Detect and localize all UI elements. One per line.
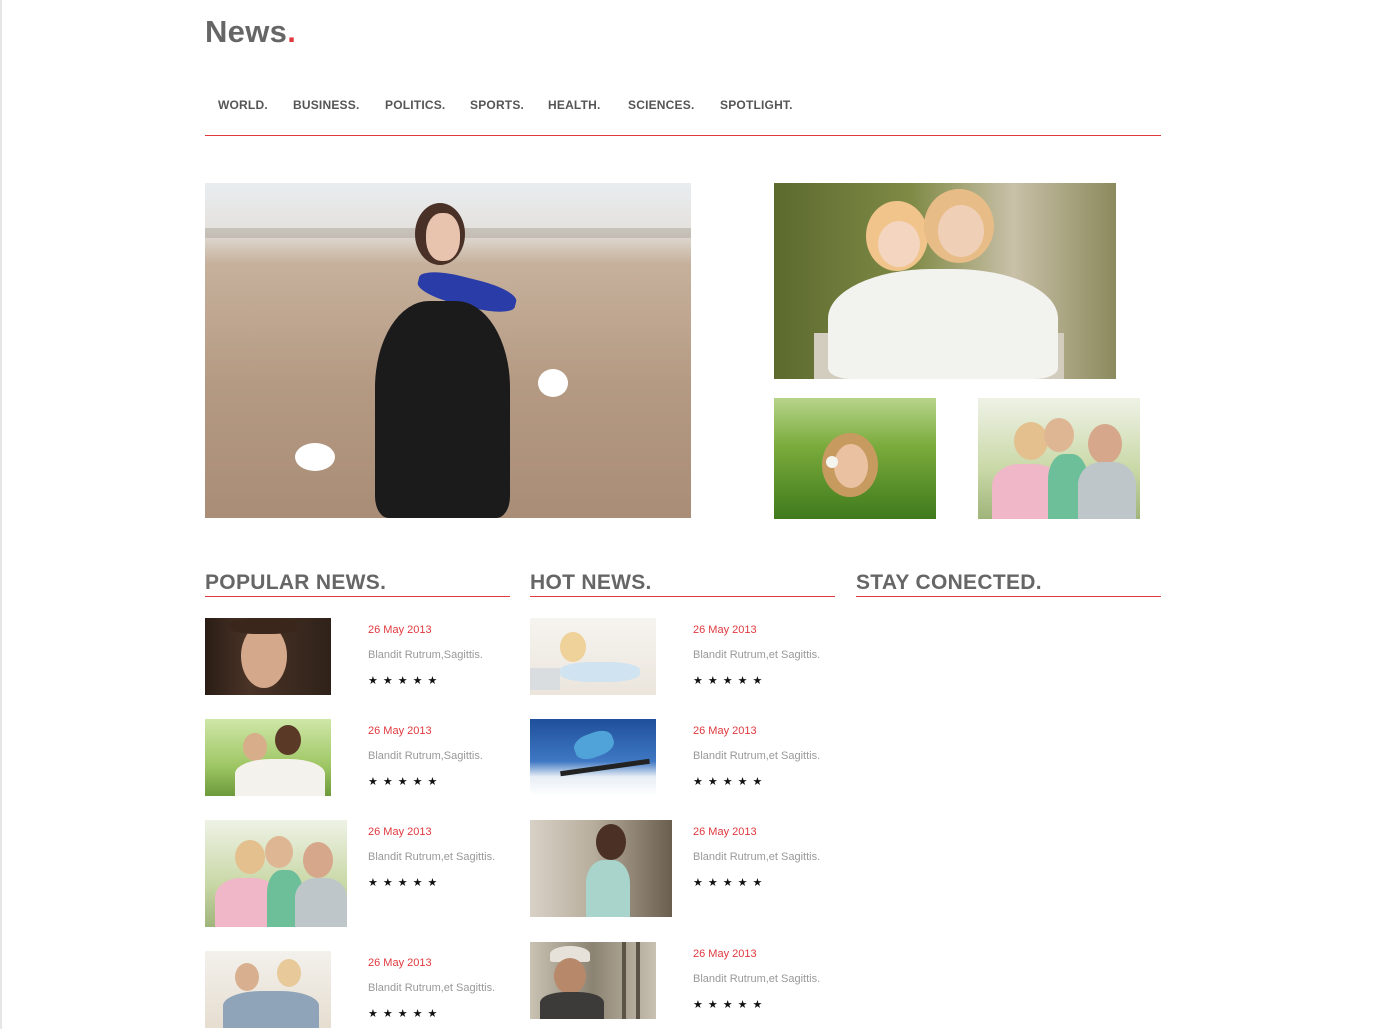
news-title[interactable]: Blandit Rutrum,et Sagittis.: [693, 750, 820, 762]
logo-dot: .: [287, 14, 297, 49]
featured-image-family[interactable]: [978, 398, 1140, 519]
star-rating: ★★★★★: [693, 675, 768, 687]
featured-image-children[interactable]: [774, 183, 1116, 379]
star-rating: ★★★★★: [693, 877, 768, 889]
news-date: 26 May 2013: [368, 957, 432, 969]
news-title[interactable]: Blandit Rutrum,et Sagittis.: [693, 649, 820, 661]
popular-news-section: POPULAR NEWS. 26 May 2013 Blandit Rutrum…: [205, 570, 510, 1028]
nav-item-health[interactable]: HEALTH.: [548, 98, 601, 112]
news-title[interactable]: Blandit Rutrum,et Sagittis.: [693, 973, 820, 985]
news-thumbnail[interactable]: [530, 942, 656, 1019]
news-title[interactable]: Blandit Rutrum,et Sagittis.: [368, 982, 495, 994]
news-thumbnail[interactable]: [205, 820, 347, 927]
news-title[interactable]: Blandit Rutrum,Sagittis.: [368, 750, 483, 762]
logo-text: News: [205, 14, 288, 49]
star-rating: ★★★★★: [693, 776, 768, 788]
news-date: 26 May 2013: [693, 826, 757, 838]
news-thumbnail[interactable]: [205, 618, 331, 695]
news-date: 26 May 2013: [368, 725, 432, 737]
news-date: 26 May 2013: [693, 624, 757, 636]
news-thumbnail[interactable]: [205, 951, 331, 1028]
nav-item-politics[interactable]: POLITICS.: [385, 98, 445, 112]
nav-item-sciences[interactable]: SCIENCES.: [628, 98, 694, 112]
nav-item-spotlight[interactable]: SPOTLIGHT.: [720, 98, 793, 112]
news-date: 26 May 2013: [693, 725, 757, 737]
site-logo[interactable]: News.: [205, 14, 296, 50]
stay-connected-heading: STAY CONECTED.: [856, 570, 1161, 597]
news-title[interactable]: Blandit Rutrum,Sagittis.: [368, 649, 483, 661]
stay-connected-section: STAY CONECTED.: [856, 570, 1161, 597]
popular-news-heading: POPULAR NEWS.: [205, 570, 510, 597]
page-left-border: [0, 0, 2, 1029]
featured-image-woman-grass[interactable]: [774, 398, 936, 519]
star-rating: ★★★★★: [368, 1008, 443, 1020]
star-rating: ★★★★★: [693, 999, 768, 1011]
news-thumbnail[interactable]: [205, 719, 331, 796]
main-nav: WORLD. BUSINESS. POLITICS. SPORTS. HEALT…: [205, 98, 1161, 136]
news-title[interactable]: Blandit Rutrum,et Sagittis.: [368, 851, 495, 863]
nav-item-sports[interactable]: SPORTS.: [470, 98, 524, 112]
news-thumbnail[interactable]: [530, 618, 656, 695]
star-rating: ★★★★★: [368, 877, 443, 889]
news-thumbnail[interactable]: [530, 820, 672, 917]
featured-main-image[interactable]: [205, 183, 691, 518]
hot-news-heading: HOT NEWS.: [530, 570, 835, 597]
news-title[interactable]: Blandit Rutrum,et Sagittis.: [693, 851, 820, 863]
news-date: 26 May 2013: [693, 948, 757, 960]
news-date: 26 May 2013: [368, 624, 432, 636]
news-date: 26 May 2013: [368, 826, 432, 838]
news-thumbnail[interactable]: [530, 719, 656, 796]
star-rating: ★★★★★: [368, 776, 443, 788]
hot-news-section: HOT NEWS. 26 May 2013 Blandit Rutrum,et …: [530, 570, 835, 1019]
nav-item-world[interactable]: WORLD.: [218, 98, 268, 112]
nav-item-business[interactable]: BUSINESS.: [293, 98, 359, 112]
star-rating: ★★★★★: [368, 675, 443, 687]
